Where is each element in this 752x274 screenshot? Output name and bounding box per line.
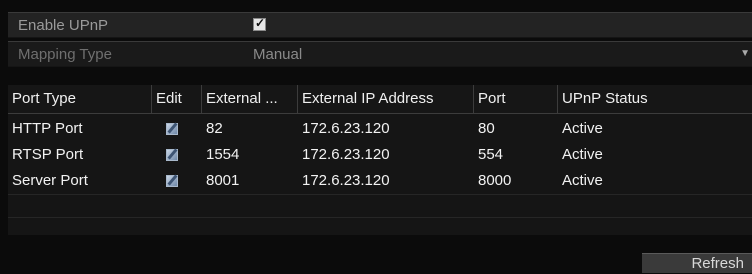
edit-icon[interactable] — [166, 175, 178, 187]
edit-cell[interactable] — [152, 116, 202, 142]
mapping-type-select[interactable]: Manual — [253, 46, 302, 63]
header-port-type[interactable]: Port Type — [8, 85, 152, 113]
cell-external-port: 82 — [206, 120, 223, 137]
cell-port-type: HTTP Port — [12, 120, 83, 137]
table-row[interactable]: Server Port 8001 172.6.23.120 8000 Activ… — [8, 168, 752, 194]
enable-upnp-checkbox[interactable]: ✓ — [253, 16, 266, 31]
edit-icon[interactable] — [166, 149, 178, 161]
header-port[interactable]: Port — [474, 85, 558, 113]
cell-port: 554 — [478, 146, 504, 163]
enable-upnp-label: Enable UPnP — [18, 17, 109, 34]
enable-upnp-row: Enable UPnP ✓ — [8, 12, 752, 38]
header-upnp-status[interactable]: UPnP Status — [558, 85, 752, 113]
table-header: Port Type Edit External ... External IP … — [8, 85, 752, 114]
edit-cell[interactable] — [152, 168, 202, 194]
empty-table-row — [8, 194, 752, 218]
cell-external-port: 1554 — [206, 146, 240, 163]
header-external-ip[interactable]: External IP Address — [298, 85, 474, 113]
cell-external-port: 8001 — [206, 172, 240, 189]
cell-port: 8000 — [478, 172, 512, 189]
cell-external-ip: 172.6.23.120 — [302, 172, 390, 189]
cell-port-type: Server Port — [12, 172, 88, 189]
cell-external-ip: 172.6.23.120 — [302, 120, 390, 137]
edit-icon[interactable] — [166, 123, 178, 135]
chevron-down-icon[interactable]: ▼ — [740, 48, 750, 59]
check-icon: ✓ — [255, 16, 266, 30]
mapping-type-label: Mapping Type — [18, 46, 112, 63]
cell-port-type: RTSP Port — [12, 146, 84, 163]
table-row[interactable]: HTTP Port 82 172.6.23.120 80 Active — [8, 116, 752, 142]
cell-external-ip: 172.6.23.120 — [302, 146, 390, 163]
refresh-button[interactable]: Refresh — [642, 253, 752, 273]
header-external-port[interactable]: External ... — [202, 85, 298, 113]
cell-status: Active — [562, 146, 603, 163]
table-row[interactable]: RTSP Port 1554 172.6.23.120 554 Active — [8, 142, 752, 168]
mapping-type-row: Mapping Type Manual ▼ — [8, 41, 752, 67]
edit-cell[interactable] — [152, 142, 202, 168]
cell-port: 80 — [478, 120, 495, 137]
cell-status: Active — [562, 172, 603, 189]
header-edit[interactable]: Edit — [152, 85, 202, 113]
port-mapping-table: Port Type Edit External ... External IP … — [8, 85, 752, 235]
cell-status: Active — [562, 120, 603, 137]
